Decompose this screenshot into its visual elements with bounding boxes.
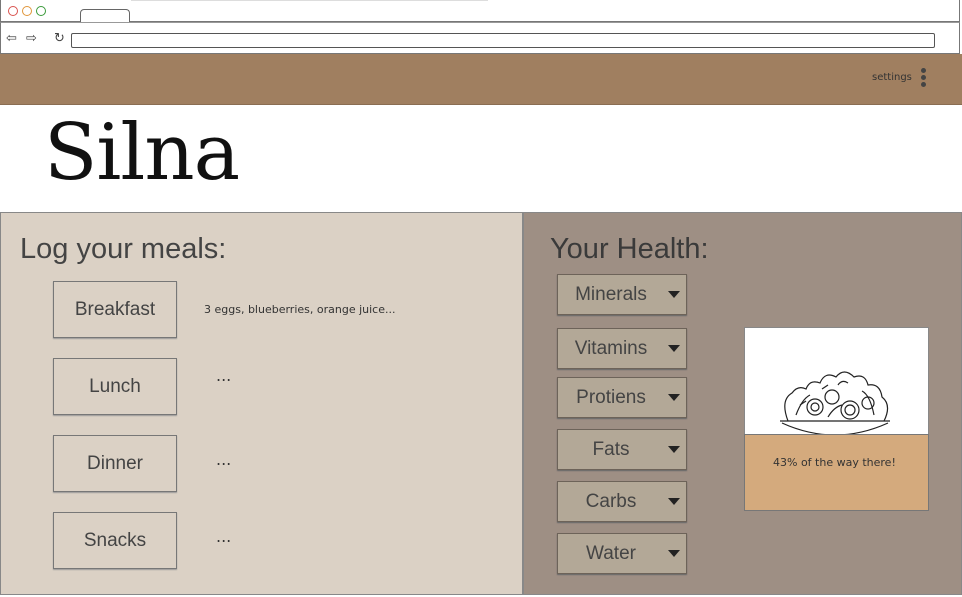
forward-arrow-icon[interactable]: ⇨ [26,32,37,45]
browser-tab[interactable] [80,9,130,22]
url-input[interactable] [71,33,935,48]
caret-down-icon [668,446,680,453]
fats-label: Fats [592,439,630,460]
back-arrow-icon[interactable]: ⇦ [6,32,17,45]
caret-down-icon [668,291,680,298]
caret-down-icon [668,498,680,505]
protiens-label: Protiens [576,387,646,408]
kebab-menu-icon[interactable] [919,68,927,90]
progress-fill [744,434,929,511]
meals-title: Log your meals: [20,233,227,265]
caret-down-icon [668,394,680,401]
snacks-button[interactable]: Snacks [53,512,177,569]
minimize-window-icon[interactable] [22,6,32,16]
breakfast-button[interactable]: Breakfast [53,281,177,338]
salad-bowl-icon [780,371,890,436]
settings-link[interactable]: settings [872,72,912,83]
progress-text: 43% of the way there! [773,456,896,469]
close-window-icon[interactable] [8,6,18,16]
browser-titlebar [0,0,960,22]
minerals-label: Minerals [575,284,647,305]
app-header-bar [0,54,962,105]
lunch-button[interactable]: Lunch [53,358,177,415]
breakfast-description: 3 eggs, blueberries, orange juice... [204,303,396,316]
carbs-dropdown[interactable]: Carbs [557,481,687,522]
reload-icon[interactable]: ↻ [54,32,65,45]
fats-dropdown[interactable]: Fats [557,429,687,470]
carbs-label: Carbs [585,491,637,512]
browser-toolbar: ⇦ ⇨ ↻ [0,22,960,54]
dinner-description: ... [216,450,232,469]
caret-down-icon [668,550,680,557]
app-title: Silna [44,108,240,198]
dinner-button[interactable]: Dinner [53,435,177,492]
minerals-dropdown[interactable]: Minerals [557,274,687,315]
snacks-description: ... [216,527,232,546]
lunch-description: ... [216,366,232,385]
vitamins-dropdown[interactable]: Vitamins [557,328,687,369]
protiens-dropdown[interactable]: Protiens [557,377,687,418]
tab-strip-divider [131,0,488,1]
maximize-window-icon[interactable] [36,6,46,16]
water-dropdown[interactable]: Water [557,533,687,574]
vitamins-label: Vitamins [574,338,648,359]
water-label: Water [586,543,636,564]
caret-down-icon [668,345,680,352]
health-title: Your Health: [550,233,709,265]
